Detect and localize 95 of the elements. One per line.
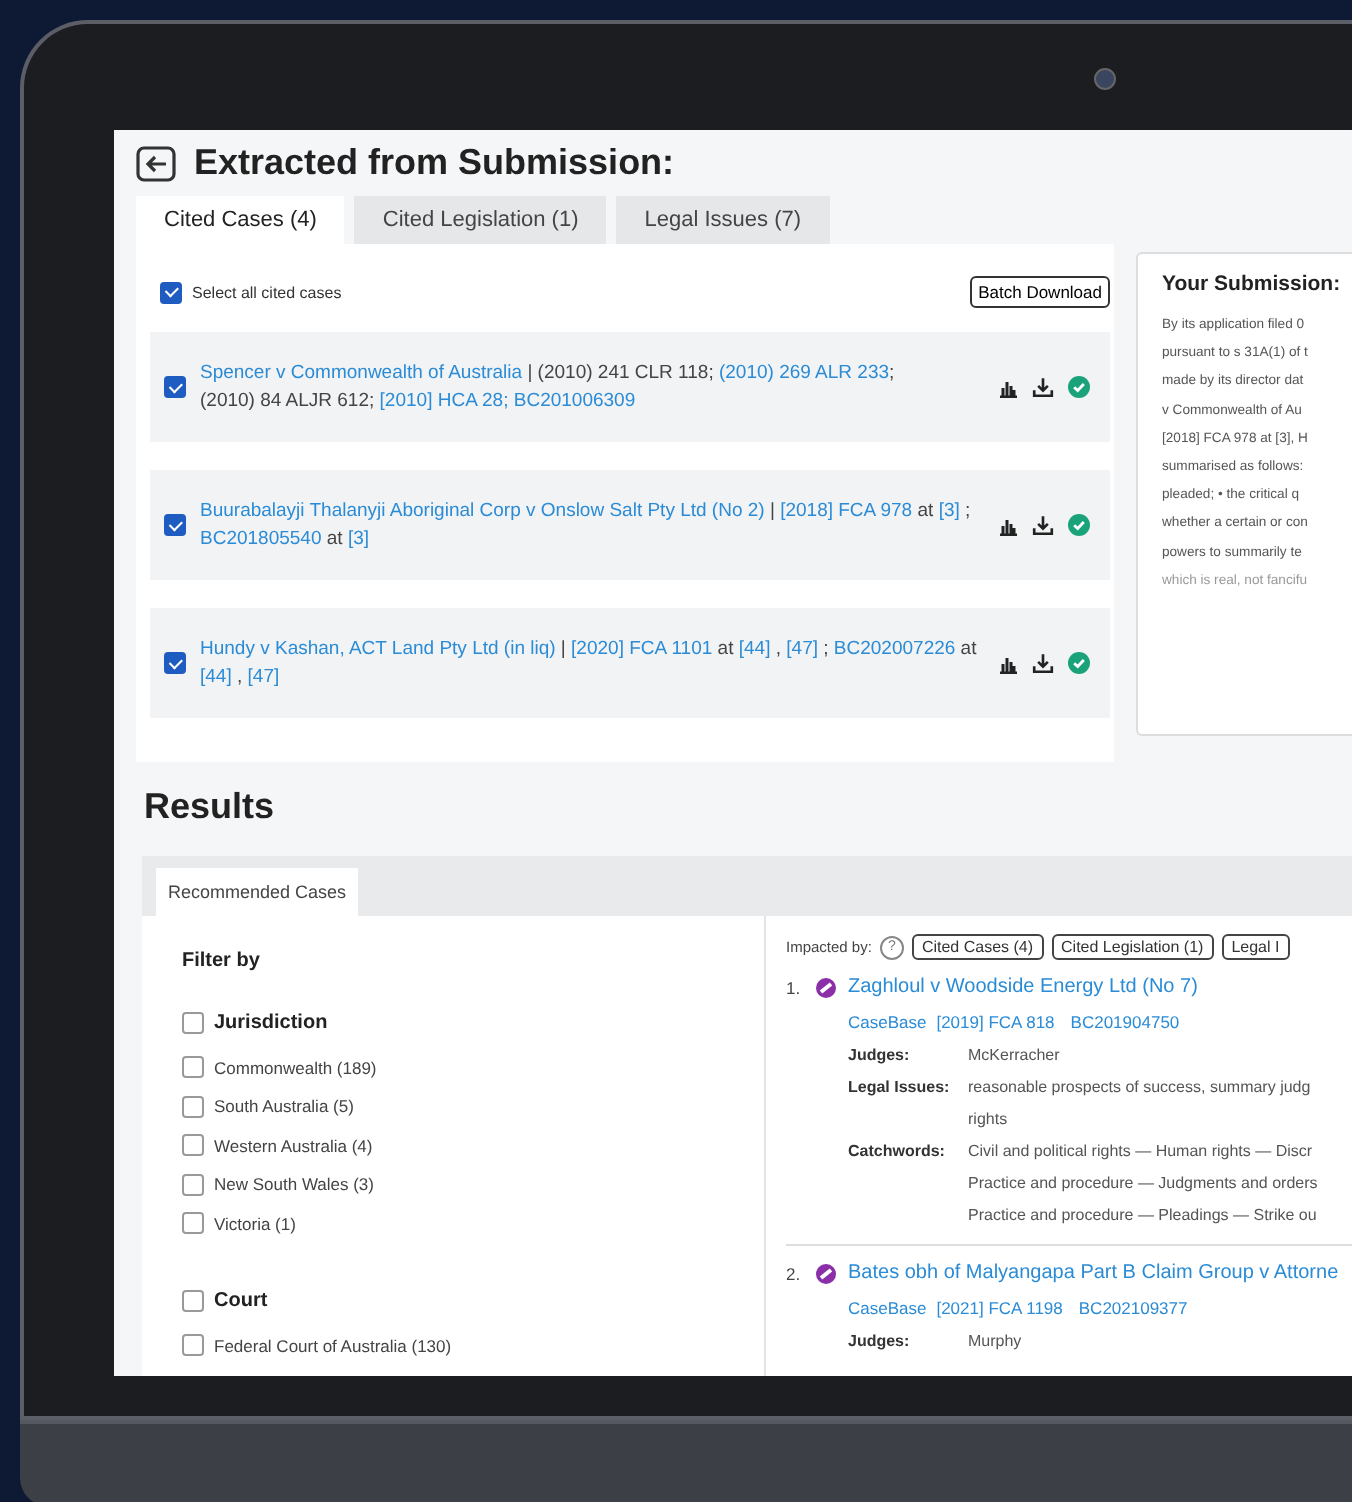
tab[interactable]: Cited Cases (4) (136, 196, 345, 244)
bar-chart-icon[interactable] (998, 515, 1018, 535)
checkbox[interactable] (182, 1056, 204, 1078)
checkbox[interactable] (160, 281, 182, 303)
case-title-link[interactable]: Zaghloul v Woodside Energy Ltd (No 7) (848, 976, 1198, 998)
submission-title: Your Submission: (1162, 272, 1343, 296)
checkbox[interactable] (182, 1173, 204, 1195)
checkbox[interactable] (182, 1012, 204, 1034)
citation-link[interactable]: BC202007226 (833, 637, 956, 659)
citation-link[interactable]: Hundy v Kashan, ACT Land Pty Ltd (in liq) (200, 637, 556, 659)
checkbox[interactable] (182, 1134, 204, 1156)
citation-link[interactable]: [3] (347, 527, 370, 549)
citation-text: ; (821, 637, 831, 659)
reference-link[interactable]: [2019] FCA 818 (936, 1012, 1055, 1032)
citation-text: | (558, 637, 568, 659)
field-value: McKerracher (968, 1044, 1060, 1068)
citation-link[interactable]: [44] (200, 665, 232, 687)
citation-text: at (715, 637, 736, 659)
download-icon[interactable] (1032, 652, 1054, 674)
reference-link[interactable]: [2021] FCA 1198 (936, 1298, 1063, 1318)
tab[interactable]: Cited Legislation (1) (354, 196, 607, 244)
result-number: 2. (786, 1263, 803, 1283)
citation-link[interactable]: [3] (938, 499, 960, 521)
citation-link[interactable]: [47] (786, 637, 818, 659)
check-circle-icon (1068, 376, 1090, 398)
citation-text: (2010) 84 ALJR 612; (200, 389, 377, 411)
field-label: Legal Issues: (848, 1076, 952, 1100)
checkbox[interactable] (164, 376, 186, 398)
filter-chip[interactable]: Cited Cases (4) (911, 934, 1044, 960)
reference-link[interactable]: CaseBase (848, 1012, 927, 1032)
citation-link[interactable]: Buurabalayji Thalanyji Aboriginal Corp v Onslow Salt Pty Ltd (No 2) (200, 499, 765, 521)
filter-group-label: Court (214, 1290, 268, 1312)
citation-text: ; (963, 499, 971, 521)
camera-icon (1094, 68, 1116, 90)
field-label: Judges: (848, 1330, 912, 1354)
field-label: Catchwords: (848, 1140, 947, 1164)
checkbox-label: Select all cited cases (192, 283, 342, 301)
check-circle-icon (1068, 514, 1090, 536)
filter-chip[interactable]: Cited Legislation (1) (1051, 934, 1214, 960)
field-value: Civil and political rights — Human rights — Discr (968, 1140, 1315, 1164)
filter-option-label: New South Wales (3) (214, 1174, 374, 1194)
field-value: Practice and procedure — Pleadings — Strike ou (968, 1204, 1318, 1228)
field-label: Judges: (848, 1044, 912, 1068)
tab[interactable]: Recommended Cases (156, 868, 359, 916)
filter-title: Filter by (182, 950, 262, 972)
reference-link[interactable]: BC202109377 (1078, 1298, 1188, 1318)
checkbox[interactable] (182, 1334, 204, 1356)
checkbox[interactable] (182, 1095, 204, 1117)
section-title: Results (144, 786, 277, 828)
checkbox[interactable] (182, 1212, 204, 1234)
citation-link[interactable]: (2010) 269 ALR 233 (718, 361, 890, 383)
citation-text: ; (889, 361, 895, 383)
citation-text: , (234, 665, 245, 687)
reference-link[interactable]: BC201904750 (1070, 1012, 1180, 1032)
tab[interactable]: Legal Issues (7) (616, 196, 830, 244)
filter-chip[interactable]: Legal I (1221, 934, 1290, 960)
batch-download-button[interactable]: Batch Download (970, 276, 1110, 308)
filter-option-label: Federal Court of Australia (130) (214, 1335, 452, 1355)
citation-link[interactable]: [44] (738, 637, 771, 659)
filter-option-label: Western Australia (4) (214, 1135, 373, 1155)
result-number: 1. (786, 977, 803, 997)
field-value: Murphy (968, 1330, 1022, 1354)
field-value: reasonable prospects of success, summary judg (968, 1076, 1311, 1100)
citation-link[interactable]: [2018] FCA 978 (780, 499, 913, 521)
citation-link[interactable]: [2020] FCA 1101 (571, 637, 713, 659)
filter-option-label: Victoria (1) (214, 1213, 296, 1233)
citation-text: at (958, 637, 977, 659)
citation-link[interactable]: [47] (247, 665, 280, 687)
checkbox[interactable] (164, 514, 186, 536)
citation-link[interactable]: Spencer v Commonwealth of Australia (200, 361, 523, 383)
download-icon[interactable] (1032, 376, 1054, 398)
bar-chart-icon[interactable] (998, 377, 1018, 397)
field-value: Practice and procedure — Judgments and orders (968, 1172, 1318, 1196)
citation-text: | (2010) 241 CLR 118; (525, 361, 716, 383)
case-title-link[interactable]: Bates obh of Malyangapa Part B Claim Group v Attorne (848, 1262, 1339, 1284)
circle-slash-icon (816, 977, 836, 997)
download-icon[interactable] (1032, 514, 1054, 536)
citation-text: at (324, 527, 345, 549)
citation-link[interactable]: [2010] HCA 28; BC201006309 (379, 389, 636, 411)
circle-slash-icon (816, 1263, 836, 1283)
checkbox[interactable] (182, 1290, 204, 1312)
citation-text: , (773, 637, 783, 659)
checkbox[interactable] (164, 652, 186, 674)
filter-group-label: Jurisdiction (214, 1012, 328, 1034)
citation-link[interactable]: BC201805540 (200, 527, 322, 549)
bar-chart-icon[interactable] (998, 653, 1018, 673)
filter-option-label: Commonwealth (189) (214, 1057, 377, 1077)
page-title: Extracted from Submission: (194, 142, 675, 184)
back-icon[interactable] (136, 145, 176, 181)
check-circle-icon (1068, 652, 1090, 674)
reference-link[interactable]: CaseBase (848, 1298, 927, 1318)
citation-text: | (767, 499, 777, 521)
field-value: rights (968, 1108, 1010, 1132)
filter-option-label: South Australia (5) (214, 1096, 354, 1116)
citation-text: at (915, 499, 936, 521)
